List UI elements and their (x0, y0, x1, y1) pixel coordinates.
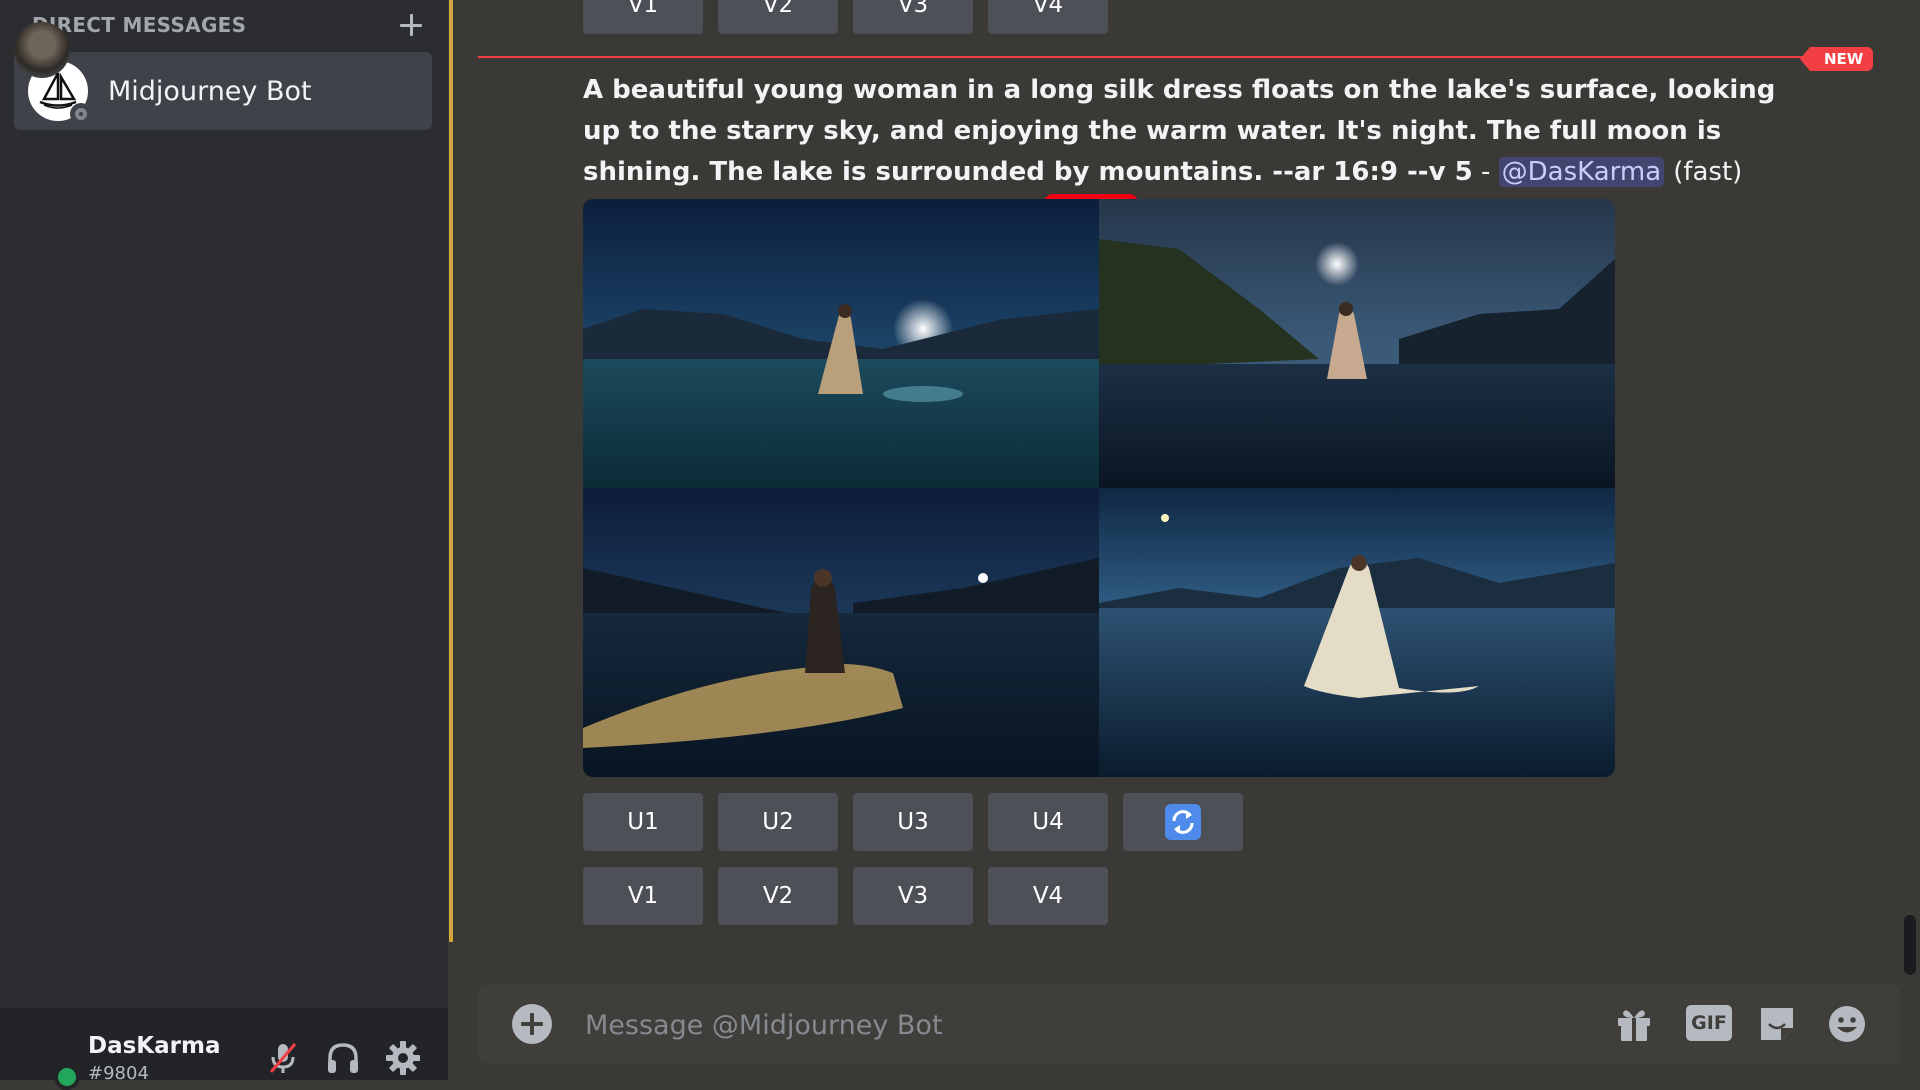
upscale-u2-button[interactable]: U2 (718, 793, 838, 851)
generated-image-grid[interactable] (583, 199, 1615, 777)
offline-status-icon (70, 103, 92, 125)
previous-v3-button[interactable]: V3 (853, 0, 973, 34)
new-messages-divider (478, 56, 1808, 58)
message-composer: GIF (478, 984, 1900, 1064)
generated-image-3[interactable] (583, 488, 1099, 777)
gif-icon[interactable]: GIF (1686, 1005, 1732, 1041)
dm-item-midjourney-bot[interactable]: Midjourney Bot (14, 52, 432, 130)
message-input[interactable] (583, 1000, 1487, 1050)
gift-icon[interactable] (1614, 1004, 1654, 1044)
generated-image-2[interactable] (1099, 199, 1615, 488)
user-discriminator: #9804 (88, 1063, 149, 1084)
refresh-icon (1165, 804, 1201, 840)
mic-muted-icon[interactable] (265, 1040, 301, 1076)
emoji-icon[interactable] (1827, 1004, 1867, 1044)
username: DasKarma (88, 1033, 221, 1059)
gear-icon[interactable] (385, 1040, 421, 1076)
upscale-u1-button[interactable]: U1 (583, 793, 703, 851)
variation-v1-button[interactable]: V1 (583, 867, 703, 925)
reroll-button[interactable] (1123, 793, 1243, 851)
highlight-accent-bar (449, 0, 453, 942)
generated-image-4[interactable] (1099, 488, 1615, 777)
dm-item-label: Midjourney Bot (108, 75, 312, 107)
user-mention[interactable]: @DasKarma (1498, 157, 1665, 187)
variation-v3-button[interactable]: V3 (853, 867, 973, 925)
sidebar: DIRECT MESSAGES Midjourney Bot (0, 0, 448, 1080)
upscale-u3-button[interactable]: U3 (853, 793, 973, 851)
chat-scrollbar[interactable] (1904, 915, 1916, 975)
prompt-separator: - (1472, 157, 1499, 187)
message-content: A beautiful young woman in a long silk d… (583, 70, 1783, 193)
create-dm-plus-icon[interactable] (398, 12, 424, 38)
variation-v4-button[interactable]: V4 (988, 867, 1108, 925)
variation-v2-button[interactable]: V2 (718, 867, 838, 925)
plus-circle-icon[interactable] (512, 1004, 552, 1044)
speed-label: (fast) (1673, 157, 1743, 187)
user-avatar[interactable] (14, 22, 70, 78)
previous-v2-button[interactable]: V2 (718, 0, 838, 34)
new-messages-badge: NEW (1799, 47, 1874, 71)
online-status-icon (54, 1064, 80, 1090)
upscale-u4-button[interactable]: U4 (988, 793, 1108, 851)
headphones-icon[interactable] (325, 1040, 361, 1076)
previous-v4-button[interactable]: V4 (988, 0, 1108, 34)
direct-messages-header: DIRECT MESSAGES (32, 10, 424, 40)
generated-image-1[interactable] (583, 199, 1099, 488)
sticker-icon[interactable] (1757, 1004, 1797, 1044)
previous-v1-button[interactable]: V1 (583, 0, 703, 34)
